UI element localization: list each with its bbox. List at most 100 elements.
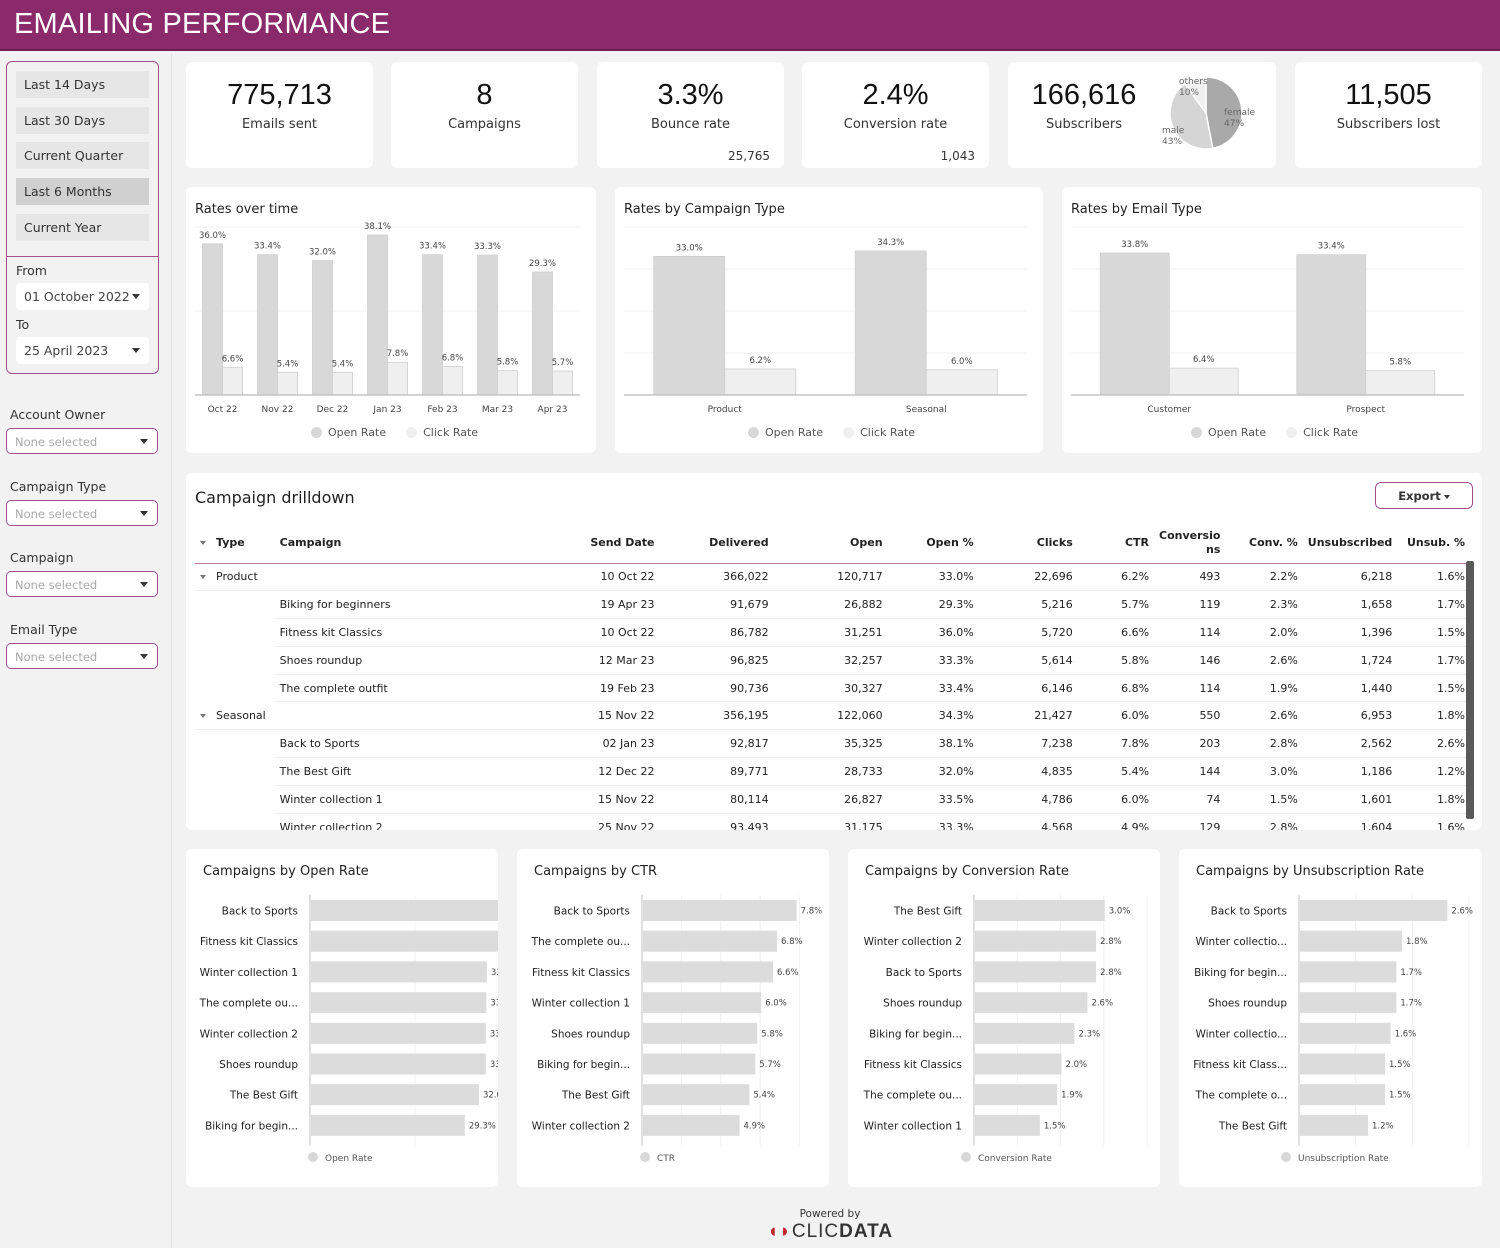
cell-text: The complete outfit [279,681,388,695]
table-cell: 114 [1154,674,1226,703]
table-cell: Shoes roundup [274,646,532,675]
cell-text: 6,953 [1360,709,1393,723]
legend-dot-open [1191,427,1202,438]
expand-collapse-icon[interactable] [200,575,206,580]
account-owner-select[interactable]: None selected [6,428,158,454]
legend-label-click[interactable]: Click Rate [423,426,478,439]
table-cell: The Best Gift [274,757,532,786]
from-date-picker[interactable]: 01 October 2022 [16,283,149,310]
column-header-conv[interactable]: Conv. % [1225,523,1303,564]
legend-label-click[interactable]: Click Rate [1303,426,1358,439]
data-label: 1.7% [1400,999,1422,1009]
cell-text: 4,568 [1041,820,1073,830]
column-header-unsub[interactable]: Unsub. % [1397,523,1470,564]
y-tick-label: The complete ou... [531,936,630,948]
cell-text: 1.7% [1437,653,1465,667]
table-group-row[interactable]: Seasonal 15 Nov 22 356,195 122,060 34.3% 21,4… [195,701,1470,731]
subscribers-gender-pie: female47% male43% others10% [1162,76,1255,150]
x-tick-label: Product [708,405,743,415]
bar [311,1084,479,1106]
cell-text: 74 [1206,792,1221,806]
email-type-select[interactable]: None selected [6,643,158,669]
legend-label-open[interactable]: Open Rate [1208,426,1266,439]
legend-label-click[interactable]: Click Rate [860,426,915,439]
expand-collapse-icon[interactable] [200,714,206,719]
preset-current-quarter[interactable]: Current Quarter [16,142,149,169]
campaigns-by-conversion-rate-card: Campaigns by Conversion Rate The Best Gi… [848,849,1160,1187]
table-row[interactable]: The complete outfit 19 Feb 23 90,736 30,327… [195,674,1470,703]
bar [1300,992,1397,1014]
column-header-send-date[interactable]: Send Date [531,523,660,564]
preset-last-6-months[interactable]: Last 6 Months [16,178,149,205]
cell-text: 2.8% [1269,820,1298,830]
y-tick-label: Back to Sports [1211,906,1287,918]
cell-text: 366,022 [723,570,769,584]
table-row[interactable]: Back to Sports 02 Jan 23 92,817 35,325 38.1%… [195,729,1470,759]
preset-last-14-days[interactable]: Last 14 Days [16,71,149,98]
y-tick-label: Winter collection 1 [864,1120,962,1132]
cell-text: 1.5% [1437,625,1465,639]
export-button[interactable]: Export [1375,482,1473,509]
table-cell: 6,146 [978,674,1078,703]
column-header-conversions[interactable]: Conversio ns [1154,523,1226,564]
bar-click-rate [222,366,243,396]
rates-over-time-chart: 36.0% 6.6% Oct 22 33.4% 5.4% Nov 22 32.0% 5.4% D… [195,222,580,415]
table-cell: 1,724 [1302,646,1398,675]
column-header-type[interactable]: Type [195,523,275,564]
table-row[interactable]: Shoes roundup 12 Mar 23 96,825 32,257 33.3% 5… [195,646,1470,675]
table-group-row[interactable]: Product 10 Oct 22 366,022 120,717 33.0% 22,69… [195,563,1470,592]
preset-current-year[interactable]: Current Year [16,214,149,241]
cell-text: 33.0% [938,570,974,584]
bar [975,900,1105,921]
y-tick-label: The complete ou... [863,1090,962,1102]
table-cell: 30,327 [773,674,888,703]
to-date-picker[interactable]: 25 April 2023 [16,337,149,364]
date-range-panel: Last 14 Days Last 30 Days Current Quarte… [6,61,159,374]
bar-click-rate [1365,370,1436,396]
column-header-ctr[interactable]: CTR [1077,523,1155,564]
column-header-delivered[interactable]: Delivered [659,523,774,564]
table-cell: 2.8% [1225,729,1303,759]
bar-open-rate [854,250,927,396]
table-cell: Product [195,563,275,592]
column-header-open[interactable]: Open [773,523,888,564]
campaign-type-select[interactable]: None selected [6,500,158,526]
campaigns-by-ctr-chart: Back to Sports 7.8% The complete ou... 6.8%… [531,895,822,1164]
legend-label-open[interactable]: Open Rate [765,426,823,439]
legend-dot [961,1152,971,1162]
cell-text: 15 Nov 22 [598,709,655,723]
table-scrollbar[interactable] [1466,561,1474,819]
table-row[interactable]: Winter collection 2 25 Nov 22 93,493 31,175… [195,813,1470,830]
column-header-open[interactable]: Open % [887,523,979,564]
column-header-unsubscribed[interactable]: Unsubscribed [1302,523,1398,564]
cell-text: 32,257 [844,653,883,667]
table-row[interactable]: Fitness kit Classics 10 Oct 22 86,782 31,25… [195,618,1470,647]
table-cell: 5,720 [978,618,1078,647]
kpi-sub-value: 25,765 [728,149,770,163]
bar [1300,1053,1385,1075]
table-cell [195,785,275,813]
cell-text: 1,601 [1360,792,1393,806]
table-row[interactable]: The Best Gift 12 Dec 22 89,771 28,733 32.0% 4… [195,757,1470,786]
cell-text: 1.6% [1437,820,1465,830]
preset-last-30-days[interactable]: Last 30 Days [16,107,149,134]
data-label: 36.0% [199,231,226,241]
data-label: 29.3% [469,1121,496,1131]
campaign-select[interactable]: None selected [6,571,158,597]
table-row[interactable]: Winter collection 1 15 Nov 22 80,114 26,827… [195,785,1470,814]
table-header-row: Type Campaign Send Date Delivered Open Open %… [195,523,1470,564]
table-cell: 92,817 [659,729,774,759]
table-row[interactable]: Biking for beginners 19 Apr 23 91,679 26,88… [195,590,1470,620]
clicdata-logo: ◖◗CLICDATA [740,1221,920,1243]
cell-text: 6.2% [1121,570,1150,584]
pie-label-female: female [1224,108,1255,118]
column-header-clicks[interactable]: Clicks [978,523,1078,564]
bar-open-rate [202,243,223,396]
header-text: Campaign [279,535,342,549]
table-cell: 31,251 [773,618,888,647]
table-cell: 1.7% [1397,590,1470,620]
chevron-down-icon [132,294,140,299]
column-header-campaign[interactable]: Campaign [274,523,532,564]
collapse-all-icon[interactable] [200,540,206,545]
legend-label-open[interactable]: Open Rate [328,426,386,439]
